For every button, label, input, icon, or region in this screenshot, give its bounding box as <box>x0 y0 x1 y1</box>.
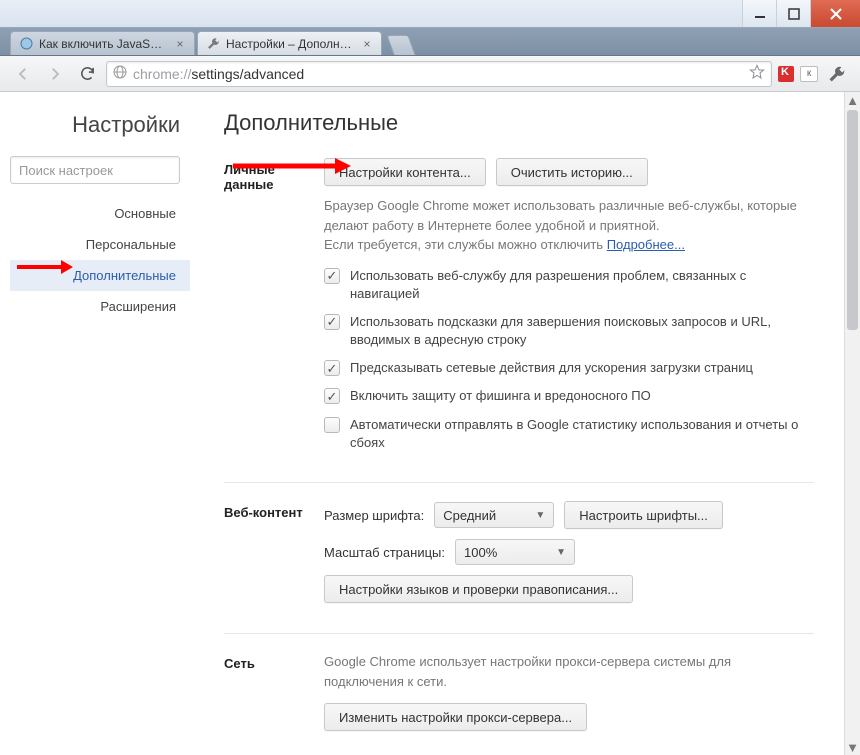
section-label-privacy: Личные данные <box>224 158 324 462</box>
network-description: Google Chrome использует настройки прокс… <box>324 652 814 691</box>
kaspersky-icon[interactable] <box>778 66 794 82</box>
clear-history-button[interactable]: Очистить историю... <box>496 158 648 186</box>
address-bar[interactable]: chrome://settings/advanced <box>106 61 772 87</box>
window-maximize-button[interactable] <box>776 0 810 27</box>
tab-title: Настройки – Дополнитель <box>226 37 355 51</box>
search-settings-input[interactable]: Поиск настроек <box>10 156 180 184</box>
checkbox-icon <box>324 388 340 404</box>
window-titlebar <box>0 0 860 28</box>
browser-toolbar: chrome://settings/advanced к <box>0 56 860 92</box>
checkbox-icon <box>324 268 340 284</box>
reload-button[interactable] <box>74 61 100 87</box>
section-privacy: Личные данные Настройки контента... Очис… <box>224 158 814 483</box>
page-zoom-label: Масштаб страницы: <box>324 545 445 560</box>
checkbox-icon <box>324 360 340 376</box>
select-value: 100% <box>464 545 497 560</box>
new-tab-button[interactable] <box>386 35 415 55</box>
annotation-arrow-sidebar <box>15 257 75 277</box>
annotation-arrow-content <box>231 156 351 176</box>
privacy-description: Браузер Google Chrome может использовать… <box>324 196 814 255</box>
customize-fonts-button[interactable]: Настроить шрифты... <box>564 501 723 529</box>
checkbox-usage-stats[interactable]: Автоматически отправлять в Google статис… <box>324 416 814 452</box>
settings-main: Дополнительные Личные данные Настройки к… <box>200 92 844 755</box>
scroll-down-icon[interactable]: ▼ <box>845 739 860 755</box>
section-label-network: Сеть <box>224 652 324 741</box>
checkbox-label: Включить защиту от фишинга и вредоносног… <box>350 387 651 405</box>
back-button[interactable] <box>10 61 36 87</box>
sidebar-title: Настройки <box>10 112 190 138</box>
checkbox-suggestions[interactable]: Использовать подсказки для завершения по… <box>324 313 814 349</box>
checkbox-label: Предсказывать сетевые действия для ускор… <box>350 359 753 377</box>
close-icon[interactable]: × <box>174 38 186 50</box>
url-text: chrome://settings/advanced <box>133 66 304 82</box>
window-minimize-button[interactable] <box>742 0 776 27</box>
page-zoom-select[interactable]: 100% ▼ <box>455 539 575 565</box>
section-webcontent: Веб-контент Размер шрифта: Средний ▼ Нас… <box>224 501 814 634</box>
checkbox-phishing-protection[interactable]: Включить защиту от фишинга и вредоносног… <box>324 387 814 405</box>
checkbox-predict-network[interactable]: Предсказывать сетевые действия для ускор… <box>324 359 814 377</box>
wrench-menu-button[interactable] <box>824 61 850 87</box>
tab-strip: Как включить JavaScript в × Настройки – … <box>0 28 860 56</box>
checkbox-label: Использовать подсказки для завершения по… <box>350 313 814 349</box>
wrench-icon <box>206 37 220 51</box>
search-placeholder-text: Поиск настроек <box>19 163 113 178</box>
section-label-webcontent: Веб-контент <box>224 501 324 613</box>
font-size-select[interactable]: Средний ▼ <box>434 502 554 528</box>
chevron-down-icon: ▼ <box>535 510 545 521</box>
tab-title: Как включить JavaScript в <box>39 37 168 51</box>
chevron-down-icon: ▼ <box>556 547 566 558</box>
globe-icon <box>19 37 33 51</box>
sidebar-item-extensions[interactable]: Расширения <box>10 291 190 322</box>
browser-tab-0[interactable]: Как включить JavaScript в × <box>10 31 195 55</box>
checkbox-nav-errors[interactable]: Использовать веб-службу для разрешения п… <box>324 267 814 303</box>
proxy-settings-button[interactable]: Изменить настройки прокси-сервера... <box>324 703 587 731</box>
sidebar-item-personal[interactable]: Персональные <box>10 229 190 260</box>
window-close-button[interactable] <box>810 0 860 27</box>
browser-tab-1[interactable]: Настройки – Дополнитель × <box>197 31 382 55</box>
scrollbar-thumb[interactable] <box>847 110 858 330</box>
page-content: Настройки Поиск настроек Основные Персон… <box>0 92 860 755</box>
checkbox-icon <box>324 417 340 433</box>
select-value: Средний <box>443 508 496 523</box>
sidebar-item-basics[interactable]: Основные <box>10 198 190 229</box>
bookmark-star-icon[interactable] <box>749 64 765 83</box>
section-network: Сеть Google Chrome использует настройки … <box>224 652 814 755</box>
close-icon[interactable]: × <box>361 38 373 50</box>
page-title: Дополнительные <box>224 110 814 136</box>
globe-icon <box>113 65 127 82</box>
checkbox-label: Использовать веб-службу для разрешения п… <box>350 267 814 303</box>
vertical-scrollbar[interactable]: ▲ ▼ <box>844 92 860 755</box>
language-settings-button[interactable]: Настройки языков и проверки правописания… <box>324 575 633 603</box>
forward-button[interactable] <box>42 61 68 87</box>
font-size-label: Размер шрифта: <box>324 508 424 523</box>
learn-more-link[interactable]: Подробнее... <box>607 237 685 252</box>
scroll-up-icon[interactable]: ▲ <box>845 92 860 108</box>
checkbox-label: Автоматически отправлять в Google статис… <box>350 416 814 452</box>
checkbox-icon <box>324 314 340 330</box>
settings-sidebar: Настройки Поиск настроек Основные Персон… <box>0 92 200 755</box>
keyboard-icon[interactable]: к <box>800 66 818 82</box>
